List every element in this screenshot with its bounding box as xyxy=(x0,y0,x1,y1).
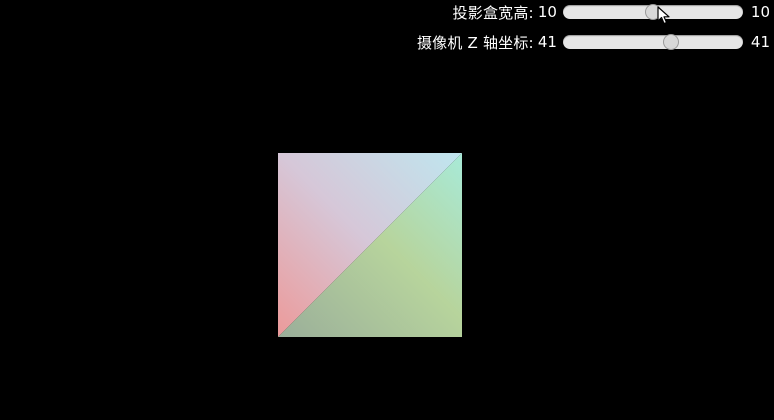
camera-z-label: 摄像机 Z 轴坐标: xyxy=(416,33,534,52)
box-size-value: 10 xyxy=(537,3,557,21)
mouse-cursor-icon xyxy=(657,6,670,25)
camera-z-value: 41 xyxy=(537,33,557,51)
camera-z-slider[interactable] xyxy=(562,34,743,50)
camera-z-control: 摄像机 Z 轴坐标: 41 41 xyxy=(417,31,770,53)
webgl-stage: 投影盒宽高: 10 10 摄像机 Z 轴坐标: 41 41 xyxy=(0,0,774,420)
box-size-label: 投影盒宽高: xyxy=(452,3,534,22)
rendered-square xyxy=(278,153,462,337)
camera-z-max-value: 41 xyxy=(750,33,770,51)
box-size-max-value: 10 xyxy=(750,3,770,21)
box-size-slider[interactable] xyxy=(562,4,743,20)
box-size-control: 投影盒宽高: 10 10 xyxy=(453,1,770,23)
camera-z-slider-thumb[interactable] xyxy=(662,34,679,50)
